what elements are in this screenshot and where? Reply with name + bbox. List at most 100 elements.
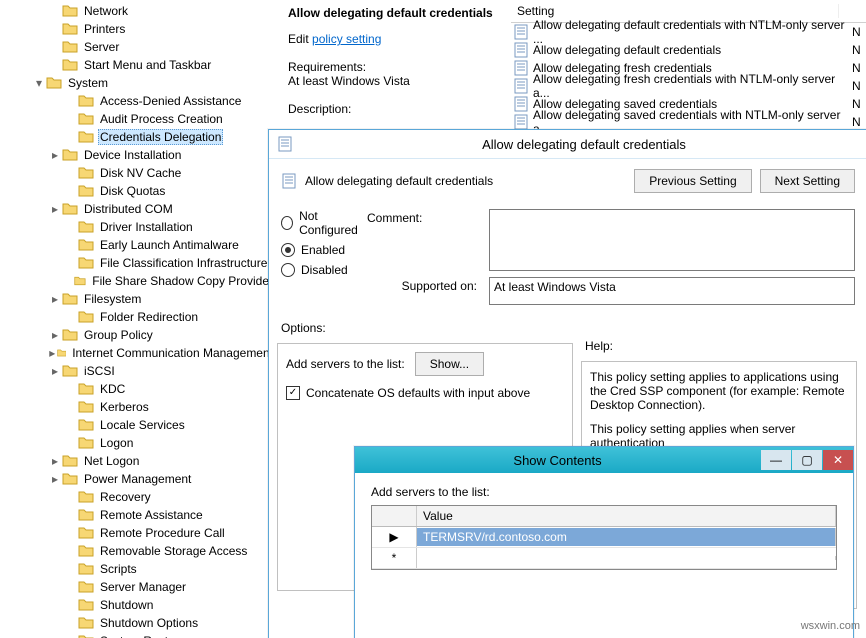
grid-header[interactable]: Value — [372, 506, 836, 527]
tree-item-label: System — [66, 76, 110, 90]
setting-state: N — [852, 115, 866, 129]
chevron-right-icon[interactable]: ▸ — [48, 472, 62, 486]
tree-item[interactable]: File Share Shadow Copy Provider — [0, 272, 275, 290]
tree-item[interactable]: System Restore — [0, 632, 275, 638]
tree-item-label: Start Menu and Taskbar — [82, 58, 213, 72]
requirements-value: At least Windows Vista — [288, 74, 503, 88]
close-button[interactable]: ✕ — [823, 450, 853, 470]
tree-item[interactable]: Remote Procedure Call — [0, 524, 275, 542]
tree-item[interactable]: Shutdown — [0, 596, 275, 614]
radio-enabled[interactable]: Enabled — [281, 243, 367, 257]
tree-item[interactable]: KDC — [0, 380, 275, 398]
dialog-titlebar[interactable]: Allow delegating default credentials — [269, 130, 866, 159]
tree-item[interactable]: ▸Filesystem — [0, 290, 275, 308]
chevron-right-icon[interactable]: ▸ — [48, 202, 62, 216]
tree-item[interactable]: Printers — [0, 20, 275, 38]
tree-item[interactable]: Server Manager — [0, 578, 275, 596]
maximize-button[interactable]: ▢ — [792, 450, 822, 470]
tree-item[interactable]: File Classification Infrastructure — [0, 254, 275, 272]
tree-item[interactable]: Locale Services — [0, 416, 275, 434]
folder-icon — [78, 489, 94, 505]
setting-state: N — [852, 43, 866, 57]
setting-icon — [513, 60, 529, 76]
grid-row[interactable]: ▶ TERMSRV/rd.contoso.com — [372, 527, 836, 548]
tree-item-label: Logon — [98, 436, 135, 450]
policy-list[interactable]: Setting Allow delegating default credent… — [511, 0, 866, 131]
tree-item[interactable]: Disk NV Cache — [0, 164, 275, 182]
policy-list-row[interactable]: Allow delegating default credentials wit… — [511, 23, 866, 41]
tree-item[interactable]: Kerberos — [0, 398, 275, 416]
tree-item[interactable]: ▾ System — [0, 74, 275, 92]
add-servers-label: Add servers to the list: — [286, 357, 405, 371]
edit-label: Edit — [288, 32, 312, 46]
minimize-button[interactable]: — — [761, 450, 791, 470]
tree-item[interactable]: ▸Group Policy — [0, 326, 275, 344]
edit-policy-link[interactable]: policy setting — [312, 32, 381, 46]
folder-icon — [62, 291, 78, 307]
value-cell[interactable] — [417, 556, 836, 560]
folder-icon — [78, 219, 94, 235]
tree-item[interactable]: Network — [0, 2, 275, 20]
chevron-down-icon[interactable]: ▾ — [32, 76, 46, 90]
tree-item[interactable]: ▸Net Logon — [0, 452, 275, 470]
next-setting-button[interactable]: Next Setting — [760, 169, 855, 193]
tree-item[interactable]: ▸Distributed COM — [0, 200, 275, 218]
radio-label: Disabled — [301, 263, 348, 277]
dialog-titlebar[interactable]: Show Contents — ▢ ✕ — [355, 447, 853, 473]
tree-item[interactable]: Access-Denied Assistance — [0, 92, 275, 110]
chevron-right-icon[interactable]: ▸ — [48, 328, 62, 342]
tree-item[interactable]: Driver Installation — [0, 218, 275, 236]
chevron-right-icon[interactable]: ▸ — [48, 346, 57, 360]
tree-item[interactable]: Removable Storage Access — [0, 542, 275, 560]
chevron-right-icon[interactable]: ▸ — [48, 364, 62, 378]
new-row-icon: * — [372, 548, 417, 568]
radio-label: Enabled — [301, 243, 345, 257]
tree-item-label: Server Manager — [98, 580, 188, 594]
tree-item[interactable]: Audit Process Creation — [0, 110, 275, 128]
concat-checkbox-row[interactable]: ✓ Concatenate OS defaults with input abo… — [286, 386, 564, 400]
tree-item[interactable]: Recovery — [0, 488, 275, 506]
show-contents-dialog: Show Contents — ▢ ✕ Add servers to the l… — [354, 446, 854, 638]
radio-disabled[interactable]: Disabled — [281, 263, 367, 277]
col-value[interactable]: Value — [417, 506, 836, 526]
checkbox-icon[interactable]: ✓ — [286, 386, 300, 400]
folder-icon — [46, 75, 62, 91]
chevron-right-icon[interactable]: ▸ — [48, 148, 62, 162]
tree-item[interactable]: Start Menu and Taskbar — [0, 56, 275, 74]
tree-item[interactable]: Remote Assistance — [0, 506, 275, 524]
servers-grid[interactable]: Value ▶ TERMSRV/rd.contoso.com * — [371, 505, 837, 570]
tree-item[interactable]: Folder Redirection — [0, 308, 275, 326]
tree-item[interactable]: ▸iSCSI — [0, 362, 275, 380]
value-cell[interactable]: TERMSRV/rd.contoso.com — [417, 528, 836, 546]
folder-icon — [62, 147, 78, 163]
chevron-right-icon[interactable]: ▸ — [48, 292, 62, 306]
tree-item[interactable]: Early Launch Antimalware — [0, 236, 275, 254]
show-button[interactable]: Show... — [415, 352, 484, 376]
tree-item-label: Remote Assistance — [98, 508, 205, 522]
policy-tree[interactable]: NetworkPrintersServer Start Menu and Task… — [0, 0, 275, 638]
supported-on-label: Supported on: — [367, 277, 477, 293]
description-label: Description: — [288, 102, 503, 116]
policy-list-row[interactable]: Allow delegating default credentialsN — [511, 41, 866, 59]
grid-new-row[interactable]: * — [372, 548, 836, 569]
tree-item[interactable]: ▸Internet Communication Management — [0, 344, 275, 362]
tree-item[interactable]: Logon — [0, 434, 275, 452]
tree-item[interactable]: Shutdown Options — [0, 614, 275, 632]
tree-item[interactable]: Disk Quotas — [0, 182, 275, 200]
tree-item[interactable]: Credentials Delegation — [0, 128, 275, 146]
folder-icon — [78, 399, 94, 415]
col-setting[interactable]: Setting — [511, 4, 839, 18]
comment-input[interactable] — [489, 209, 855, 271]
folder-icon — [62, 471, 78, 487]
radio-not-configured[interactable]: Not Configured — [281, 209, 367, 237]
tree-item-label: Kerberos — [98, 400, 151, 414]
tree-item-label: Driver Installation — [98, 220, 195, 234]
tree-item[interactable]: Server — [0, 38, 275, 56]
tree-item[interactable]: Scripts — [0, 560, 275, 578]
tree-item[interactable]: ▸Device Installation — [0, 146, 275, 164]
policy-list-row[interactable]: Allow delegating fresh credentials with … — [511, 77, 866, 95]
chevron-right-icon[interactable]: ▸ — [48, 454, 62, 468]
tree-item[interactable]: ▸Power Management — [0, 470, 275, 488]
dialog-title: Show Contents — [355, 453, 760, 468]
previous-setting-button[interactable]: Previous Setting — [634, 169, 751, 193]
